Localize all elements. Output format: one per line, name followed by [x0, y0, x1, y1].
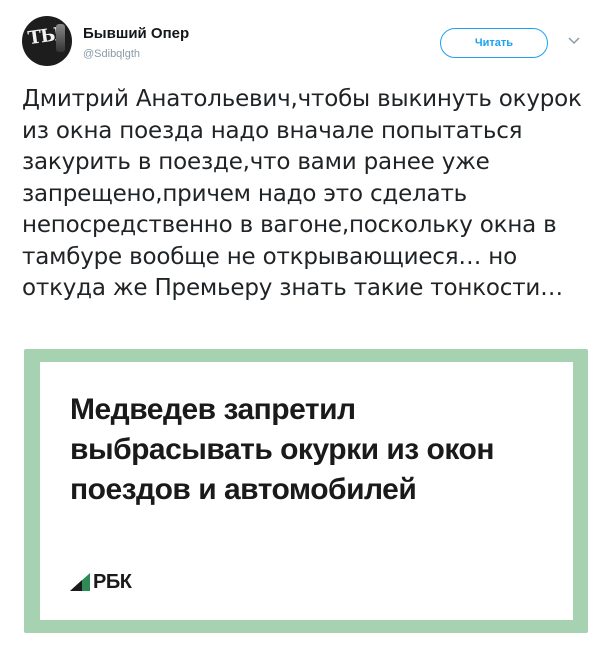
tweet-text: Дмитрий Анатольевич,чтобы выкинуть окуро…	[22, 86, 582, 301]
chevron-down-icon[interactable]	[568, 34, 582, 48]
follow-button[interactable]: Читать	[440, 28, 548, 58]
rbc-logo: РБК	[70, 570, 132, 593]
card-headline: Медведев запретил выбрасывать окурки из …	[70, 393, 494, 506]
author-handle[interactable]: @Sdibqlgth	[83, 48, 140, 60]
tweet-header: ТЫ Бывший Опер @Sdibqlgth Читать	[22, 16, 592, 68]
card-content: Медведев запретил выбрасывать окурки из …	[40, 362, 573, 620]
rbc-logo-text: РБК	[93, 570, 132, 593]
chevron-down-icon-svg	[568, 37, 580, 45]
author-name[interactable]: Бывший Опер	[83, 25, 189, 42]
link-card[interactable]: Медведев запретил выбрасывать окурки из …	[24, 349, 588, 633]
avatar-decoration	[56, 24, 65, 52]
avatar[interactable]: ТЫ	[22, 16, 72, 66]
rbc-logo-icon	[70, 573, 90, 591]
